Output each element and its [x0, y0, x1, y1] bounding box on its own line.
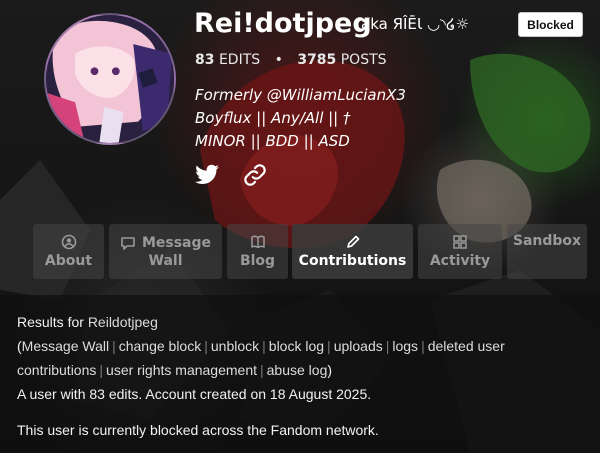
- posts-count: 3785: [297, 52, 337, 68]
- tab-label: Blog: [239, 252, 276, 269]
- link-separator: |: [327, 338, 331, 354]
- blocked-notice: This user is currently blocked across th…: [17, 422, 379, 438]
- stats-separator: •: [274, 52, 283, 68]
- speech-bubble-icon: [121, 236, 135, 250]
- tab-label: Wall: [148, 252, 183, 269]
- message-wall-link[interactable]: Message Wall: [22, 338, 109, 354]
- user-rights-link[interactable]: user rights management: [106, 362, 257, 378]
- abuse-log-link[interactable]: abuse log: [267, 362, 328, 378]
- user-tool-links: (Message Wall | change block | unblock | block…: [17, 334, 587, 382]
- blocked-badge: Blocked: [518, 12, 583, 37]
- user-circle-icon: [61, 234, 76, 249]
- results-heading: Results for Reildotjpeg: [17, 310, 587, 334]
- contributions-content: Results for Reildotjpeg (Message Wall | ch…: [17, 310, 587, 442]
- uploads-link[interactable]: uploads: [334, 338, 383, 354]
- tab-label: Contributions: [298, 252, 407, 269]
- account-summary: A user with 83 edits. Account created on…: [17, 386, 372, 402]
- tab-about[interactable]: About: [33, 224, 104, 279]
- bio-line: Boyflux || Any/All || †: [195, 109, 351, 127]
- bio-line: Formerly @WilliamLucianX3: [195, 86, 406, 104]
- link-separator: |: [99, 362, 104, 378]
- avatar-image: [46, 15, 174, 143]
- close-paren: ): [327, 362, 333, 378]
- tab-label: Activity: [429, 252, 491, 269]
- tab-label: Sandbox: [512, 233, 582, 249]
- posts-label: POSTS: [340, 52, 387, 68]
- link-separator: |: [112, 338, 116, 354]
- grid-icon: [453, 234, 467, 249]
- tab-sandbox[interactable]: Sandbox: [507, 224, 587, 279]
- link-icon[interactable]: [242, 162, 268, 188]
- block-log-link[interactable]: block log: [269, 338, 324, 354]
- results-prefix: Results for: [17, 314, 84, 330]
- user-profile-masthead: Rei!dotjpeg aka ЯÎĒƖ ◡◝໒☼ Blocked 83 EDI…: [0, 0, 600, 295]
- link-separator: |: [385, 338, 390, 354]
- edits-count: 83: [195, 52, 215, 68]
- book-icon: [250, 235, 265, 248]
- edits-label: EDITS: [218, 52, 261, 68]
- tab-blog[interactable]: Blog: [227, 224, 288, 279]
- pencil-icon: [346, 235, 359, 248]
- tab-label: Message: [141, 234, 212, 251]
- tab-message-wall[interactable]: Message Wall: [109, 224, 222, 279]
- user-stats: 83 EDITS • 3785 POSTS: [195, 52, 387, 68]
- link-separator: |: [260, 362, 264, 378]
- link-separator: |: [421, 338, 425, 354]
- link-separator: |: [204, 338, 208, 354]
- twitter-icon[interactable]: [194, 162, 220, 188]
- unblock-link[interactable]: unblock: [211, 338, 259, 354]
- results-user-link[interactable]: Reildotjpeg: [88, 314, 158, 330]
- tab-label-row: Message: [120, 234, 211, 252]
- tab-label: About: [44, 252, 93, 269]
- user-bio: Formerly @WilliamLucianX3 Boyflux || Any…: [195, 84, 406, 153]
- avatar[interactable]: [44, 13, 176, 145]
- change-block-link[interactable]: change block: [119, 338, 202, 354]
- alias: aka ЯÎĒƖ ◡◝໒☼: [361, 15, 469, 33]
- logs-link[interactable]: logs: [392, 338, 418, 354]
- bio-line: MINOR || BDD || ASD: [195, 132, 350, 150]
- username: Rei!dotjpeg: [194, 8, 372, 39]
- tab-activity[interactable]: Activity: [418, 224, 502, 279]
- link-separator: |: [262, 338, 266, 354]
- tab-contributions[interactable]: Contributions: [292, 224, 413, 279]
